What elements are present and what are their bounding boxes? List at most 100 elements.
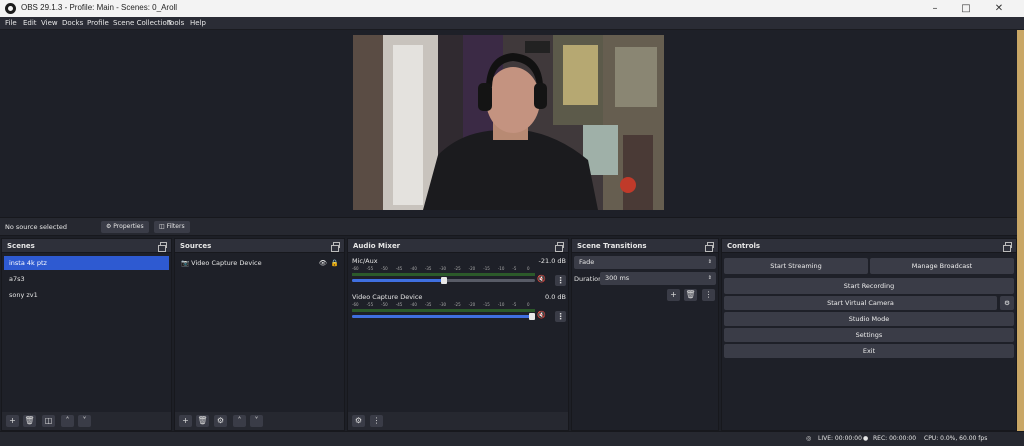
scenes-title: Scenes — [7, 242, 35, 250]
studio-mode-button[interactable]: Studio Mode — [724, 312, 1014, 326]
select-arrows-icon: ⇕ — [707, 259, 712, 265]
background-strip — [1017, 30, 1024, 431]
gear-icon[interactable]: ⚙ — [214, 415, 227, 427]
menu-tools[interactable]: Tools — [167, 19, 184, 27]
maximize-icon[interactable]: □ — [951, 0, 981, 17]
float-dock-icon[interactable] — [158, 242, 167, 252]
add-transition-icon[interactable]: + — [667, 289, 680, 301]
scene-filters-icon[interactable]: ◫ — [42, 415, 55, 427]
meter-tick-label: -40 — [410, 266, 417, 271]
meter-tick-label: -60 — [352, 266, 359, 271]
filters-button[interactable]: ◫ Filters — [154, 221, 190, 233]
volume-slider[interactable] — [352, 277, 535, 284]
controls-dock: Controls Start Streaming Manage Broadcas… — [721, 238, 1017, 431]
volume-handle[interactable] — [529, 313, 535, 320]
add-source-icon[interactable]: + — [179, 415, 192, 427]
channel-db: -21.0 dB — [538, 257, 566, 265]
meter-tick-label: -45 — [395, 266, 403, 271]
meter-tick-label: -40 — [410, 302, 417, 307]
mixer-channel: Video Capture Device 0.0 dB -60 -55 -50 -45… — [352, 293, 566, 333]
transition-select[interactable]: Fade ⇕ — [574, 256, 716, 269]
obs-logo-icon — [5, 3, 16, 14]
move-up-icon[interactable]: ˄ — [233, 415, 246, 427]
menu-scene-collection[interactable]: Scene Collection — [113, 19, 171, 27]
video-preview[interactable] — [353, 35, 664, 210]
meter-tick-label: -30 — [439, 302, 447, 307]
advanced-audio-icon[interactable]: ⚙ — [352, 415, 365, 427]
menu-file[interactable]: File — [5, 19, 17, 27]
channel-db: 0.0 dB — [545, 293, 566, 301]
menu-edit[interactable]: Edit — [23, 19, 37, 27]
start-streaming-button[interactable]: Start Streaming — [724, 258, 868, 274]
volume-handle[interactable] — [440, 277, 447, 284]
meter-tick-label: -60 — [352, 302, 359, 307]
title-bar: OBS 29.1.3 - Profile: Main - Scenes: 0_A… — [0, 0, 1024, 17]
channel-name: Video Capture Device — [352, 293, 423, 301]
close-icon[interactable]: ✕ — [984, 0, 1014, 17]
start-recording-button[interactable]: Start Recording — [724, 278, 1014, 294]
duration-value: 300 ms — [605, 274, 630, 282]
muted-speaker-icon[interactable]: 🔇 — [537, 311, 546, 319]
meter-tick-label: -50 — [381, 302, 388, 307]
move-up-icon[interactable]: ˄ — [61, 415, 74, 427]
source-toolbar: No source selected ⚙ Properties ◫ Filter… — [0, 217, 1024, 236]
transitions-body: Fade ⇕ Duration 300 ms ⇕ + 🗑 ⋮ — [572, 253, 718, 430]
scene-transitions-dock: Scene Transitions Fade ⇕ Duration 300 ms… — [571, 238, 719, 431]
meter-tick-label: -5 — [512, 266, 517, 271]
audio-mixer-dock: Audio Mixer Mic/Aux -21.0 dB -60 -55 -50 -4… — [347, 238, 569, 431]
lock-icon[interactable]: 🔒 — [331, 256, 339, 270]
scenes-header: Scenes — [2, 239, 171, 253]
meter-tick-label: 0 — [527, 266, 530, 271]
channel-menu-icon[interactable]: ⋮ — [555, 275, 566, 286]
controls-body: Start Streaming Manage Broadcast Start R… — [722, 253, 1016, 430]
window-title: OBS 29.1.3 - Profile: Main - Scenes: 0_A… — [21, 3, 178, 12]
move-down-icon[interactable]: ˅ — [250, 415, 263, 427]
meter-tick-label: -30 — [439, 266, 447, 271]
mixer-toolbar: ⚙ ⋮ — [348, 412, 568, 430]
meter-tick-label: -5 — [512, 302, 517, 307]
scene-item[interactable]: a7s3 — [4, 272, 169, 286]
menu-docks[interactable]: Docks — [62, 19, 83, 27]
mixer-title: Audio Mixer — [353, 242, 401, 250]
meter-tick-label: -20 — [468, 302, 476, 307]
transition-menu-icon[interactable]: ⋮ — [702, 289, 715, 301]
add-scene-icon[interactable]: + — [6, 415, 19, 427]
minimize-icon[interactable]: – — [920, 0, 950, 17]
live-icon: ◎ — [806, 435, 812, 442]
menu-profile[interactable]: Profile — [87, 19, 109, 27]
float-dock-icon[interactable] — [555, 242, 564, 252]
meter-tick-label: -15 — [483, 266, 490, 271]
camera-icon: 📷 — [181, 259, 192, 267]
manage-broadcast-button[interactable]: Manage Broadcast — [870, 258, 1014, 274]
muted-speaker-icon[interactable]: 🔇 — [537, 275, 546, 283]
channel-name: Mic/Aux — [352, 257, 378, 265]
sources-title: Sources — [180, 242, 212, 250]
gear-icon[interactable]: ⚙ — [1000, 296, 1014, 310]
trash-icon[interactable]: 🗑 — [196, 415, 209, 427]
menu-help[interactable]: Help — [190, 19, 206, 27]
source-item[interactable]: 📷 Video Capture Device 👁 🔒 — [177, 256, 342, 270]
volume-slider[interactable] — [352, 313, 535, 320]
scene-item[interactable]: insta 4k ptz — [4, 256, 169, 270]
meter-scale: -60 -55 -50 -45 -40 -35 -30 -25 -20 -15 -10 -5 0 — [352, 302, 535, 308]
move-down-icon[interactable]: ˅ — [78, 415, 91, 427]
channel-menu-icon[interactable]: ⋮ — [555, 311, 566, 322]
trash-icon[interactable]: 🗑 — [684, 289, 697, 301]
float-dock-icon[interactable] — [1003, 242, 1012, 252]
scene-item[interactable]: sony zv1 — [4, 288, 169, 302]
menu-view[interactable]: View — [41, 19, 58, 27]
spinner-icon[interactable]: ⇕ — [708, 272, 712, 285]
meter-tick-label: -10 — [497, 266, 505, 271]
meter-tick-label: 0 — [527, 302, 530, 307]
duration-input[interactable]: 300 ms ⇕ — [600, 272, 716, 285]
transitions-title: Scene Transitions — [577, 242, 647, 250]
trash-icon[interactable]: 🗑 — [23, 415, 36, 427]
float-dock-icon[interactable] — [331, 242, 340, 252]
start-virtual-camera-button[interactable]: Start Virtual Camera — [724, 296, 997, 310]
float-dock-icon[interactable] — [705, 242, 714, 252]
properties-button[interactable]: ⚙ Properties — [101, 221, 149, 233]
exit-button[interactable]: Exit — [724, 344, 1014, 358]
settings-button[interactable]: Settings — [724, 328, 1014, 342]
mixer-menu-icon[interactable]: ⋮ — [370, 415, 383, 427]
eye-icon[interactable]: 👁 — [319, 256, 327, 270]
